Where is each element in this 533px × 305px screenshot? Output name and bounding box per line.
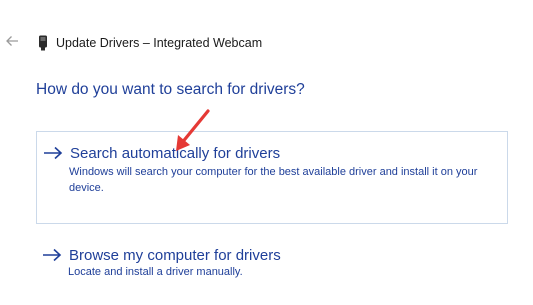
right-arrow-icon (42, 246, 64, 264)
red-annotation-arrow-icon (176, 109, 210, 151)
webcam-device-icon (36, 34, 50, 52)
back-arrow-icon (6, 36, 18, 46)
browse-computer-option[interactable]: Browse my computer for drivers Locate an… (36, 238, 508, 290)
page-heading: How do you want to search for drivers? (36, 81, 305, 98)
option-title: Browse my computer for drivers (69, 246, 281, 264)
title-bar: Update Drivers – Integrated Webcam (36, 33, 262, 53)
option-description: Locate and install a driver manually. (68, 266, 243, 278)
back-button[interactable] (2, 30, 22, 52)
right-arrow-icon (43, 144, 65, 162)
window-title: Update Drivers – Integrated Webcam (56, 36, 263, 50)
option-header: Browse my computer for drivers (42, 246, 281, 264)
option-header: Search automatically for drivers (43, 144, 280, 162)
update-drivers-dialog: Update Drivers – Integrated Webcam How d… (0, 0, 533, 305)
search-automatically-option[interactable]: Search automatically for drivers Windows… (36, 131, 508, 224)
option-description: Windows will search your computer for th… (69, 166, 478, 194)
